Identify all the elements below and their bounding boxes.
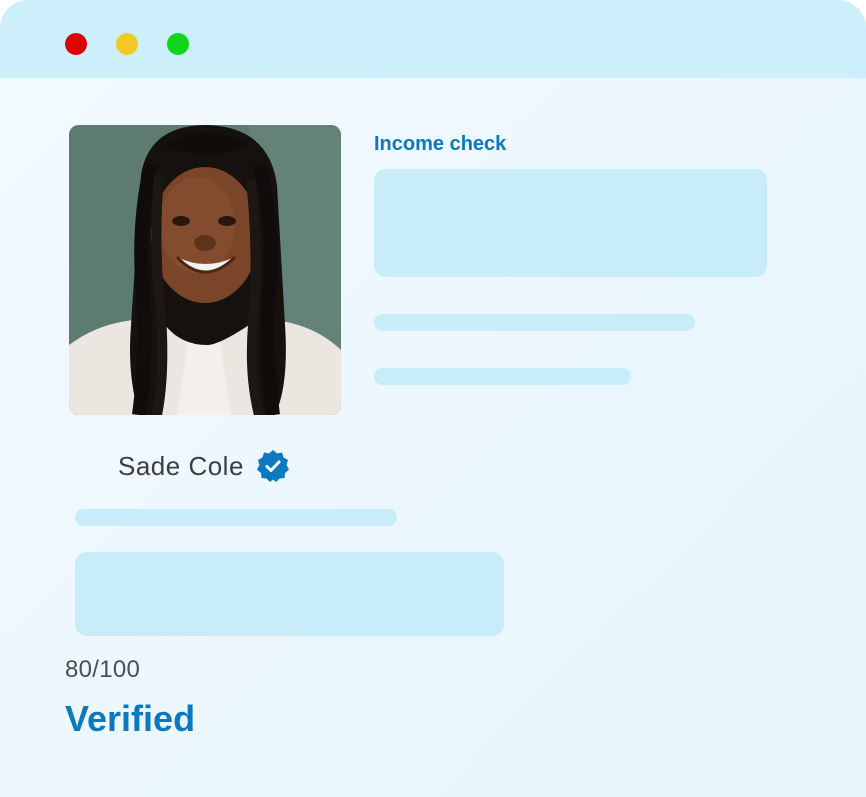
- profile-placeholder-line: [75, 509, 397, 526]
- app-window: Sade Cole Income check 80/100 Verified: [0, 0, 866, 797]
- close-window-button[interactable]: [65, 33, 87, 55]
- income-check-placeholder-block: [374, 169, 767, 277]
- window-titlebar: [0, 0, 866, 78]
- profile-name-row: Sade Cole: [118, 446, 290, 486]
- verification-status: Verified: [65, 698, 196, 739]
- profile-name: Sade Cole: [118, 450, 244, 481]
- income-check-placeholder-line: [374, 314, 695, 331]
- verified-badge-icon: [256, 450, 289, 482]
- profile-placeholder-block: [75, 552, 504, 636]
- maximize-window-button[interactable]: [167, 33, 189, 55]
- income-check-title: Income check: [374, 133, 507, 155]
- minimize-window-button[interactable]: [116, 33, 138, 55]
- profile-photo: [69, 125, 341, 415]
- income-check-placeholder-line: [374, 368, 631, 385]
- verification-score: 80/100: [65, 656, 141, 683]
